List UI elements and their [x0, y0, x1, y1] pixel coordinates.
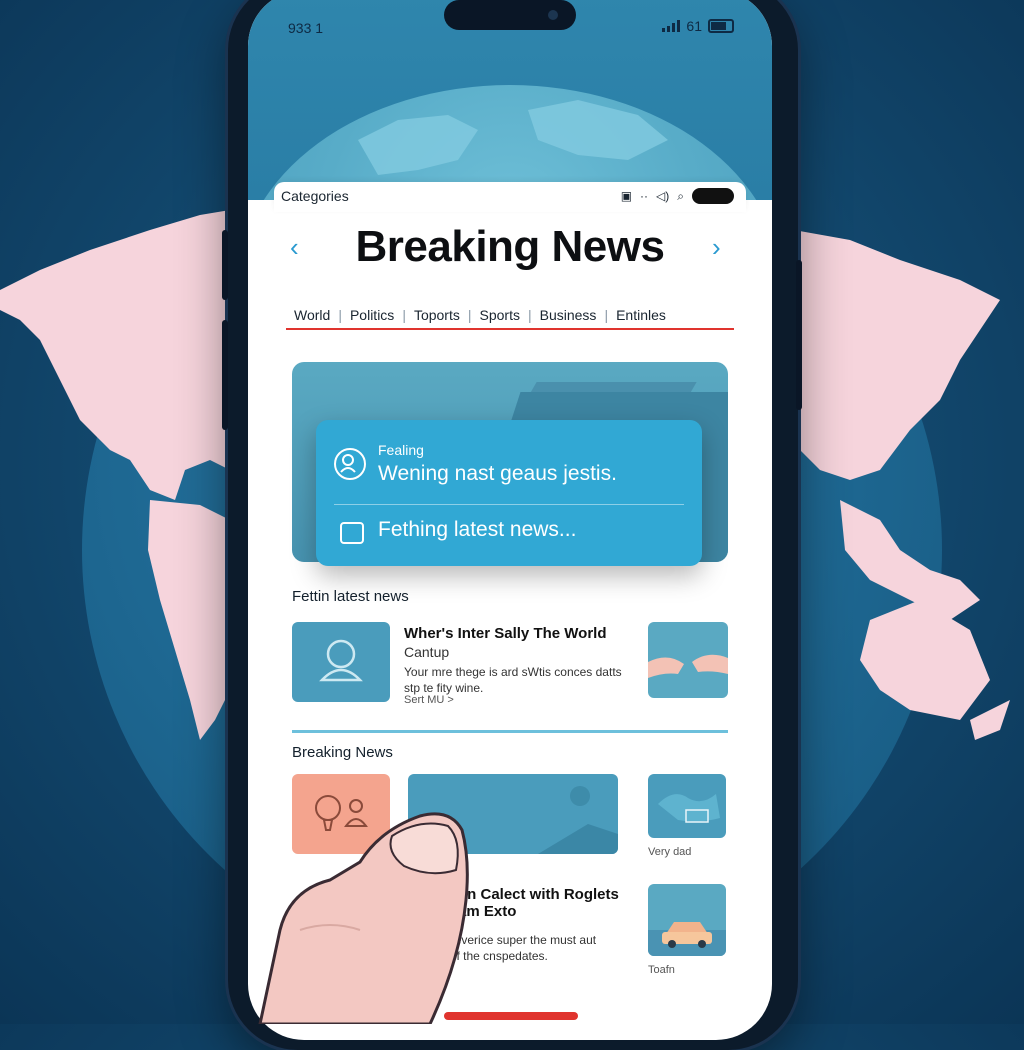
tab-entinles[interactable]: Entinles — [608, 307, 674, 323]
tab-world[interactable]: World — [286, 307, 338, 323]
article-title[interactable]: Wher's Inter Sally The World — [404, 625, 607, 642]
summary-line: Your mre thege is ard sWtis conces datts — [404, 665, 622, 679]
article-thumbnail-wide[interactable] — [408, 774, 618, 854]
read-more-link[interactable]: ce — [424, 964, 436, 976]
signal-text: 61 — [686, 18, 702, 34]
search-icon[interactable]: ⌕ — [677, 189, 684, 204]
sound-icon[interactable]: ◁) — [656, 189, 669, 203]
category-tabs: World | Politics | Toports | Sports | Bu… — [286, 300, 734, 330]
article-thumbnail[interactable] — [648, 884, 726, 956]
title-line: on Calect with Roglets — [458, 886, 619, 903]
phone-side-button — [222, 230, 228, 300]
read-more-link[interactable]: Sert MU > — [404, 694, 454, 706]
article-summary: Your mre thege is ard sWtis conces datts… — [404, 664, 622, 696]
categories-bar: Categories ▣ ·· ◁) ⌕ — [274, 182, 746, 212]
article-thumbnail[interactable] — [648, 774, 726, 838]
battery-icon — [708, 19, 734, 33]
tab-sports[interactable]: Sports — [472, 307, 528, 323]
signal-icon — [662, 20, 681, 32]
tab-politics[interactable]: Politics — [342, 307, 402, 323]
loading-status-row: Fething latest news... — [334, 518, 684, 558]
summary-line: p st off the cnspedates. — [424, 949, 548, 963]
feature-title: Wening nast geaus jestis. — [378, 462, 617, 485]
phone-power-button — [796, 260, 802, 410]
tabs-underline — [286, 328, 734, 330]
status-time: 933 1 — [288, 20, 324, 36]
thumbnail-caption: Very dad — [648, 846, 692, 858]
summary-line: unfor everice super the must aut — [424, 933, 597, 947]
phone-screen: 933 1 61 Categories ▣ ·· ◁) ⌕ ‹ › Breaki… — [248, 0, 772, 1040]
refresh-icon — [340, 522, 364, 544]
status-indicators: 61 — [662, 18, 734, 34]
feature-kicker: Fealing — [378, 442, 424, 458]
camera-notch — [444, 0, 576, 30]
title-line: am Exto — [458, 903, 517, 920]
lock-icon[interactable]: ▣ — [621, 189, 632, 203]
landscape-graphic — [538, 786, 618, 854]
page-title: Breaking News — [355, 222, 665, 271]
car-icon — [648, 922, 726, 956]
article-subtitle: Cantup — [404, 644, 450, 660]
map-icon — [658, 794, 720, 823]
list-item[interactable]: Wher's Inter Sally The World Cantup Your… — [292, 622, 728, 706]
loading-card[interactable]: Fealing Wening nast geaus jestis. Fethin… — [316, 420, 702, 566]
loading-card-header: Fealing Wening nast geaus jestis. — [334, 440, 684, 510]
categories-icons: ▣ ·· ◁) ⌕ — [621, 188, 734, 204]
camera-icon — [548, 10, 558, 20]
tab-business[interactable]: Business — [532, 307, 605, 323]
lightbulb-icon — [315, 795, 368, 831]
hands-icon — [648, 654, 728, 678]
card-divider — [334, 504, 684, 505]
article-thumbnail — [648, 622, 728, 698]
dots-icon[interactable]: ·· — [640, 189, 648, 203]
idea-card[interactable] — [292, 774, 390, 854]
tab-toports[interactable]: Toports — [406, 307, 468, 323]
article-title[interactable]: on Calect with Roglets am Exto — [458, 886, 619, 920]
section-divider — [292, 730, 728, 733]
home-indicator[interactable] — [444, 1012, 578, 1020]
article-thumbnail — [292, 622, 390, 702]
person-icon — [319, 639, 363, 682]
phone-side-button — [222, 320, 228, 430]
categories-label[interactable]: Categories — [281, 188, 349, 204]
loading-status-text: Fething latest news... — [378, 518, 577, 541]
thumbnail-caption: Toafn — [648, 964, 675, 976]
toggle-icon[interactable] — [692, 188, 734, 204]
user-icon — [334, 448, 366, 480]
latest-news-heading: Fettin latest news — [292, 588, 409, 605]
article-summary: unfor everice super the must aut p st of… — [424, 932, 596, 964]
breaking-news-heading: Breaking News — [292, 744, 393, 761]
